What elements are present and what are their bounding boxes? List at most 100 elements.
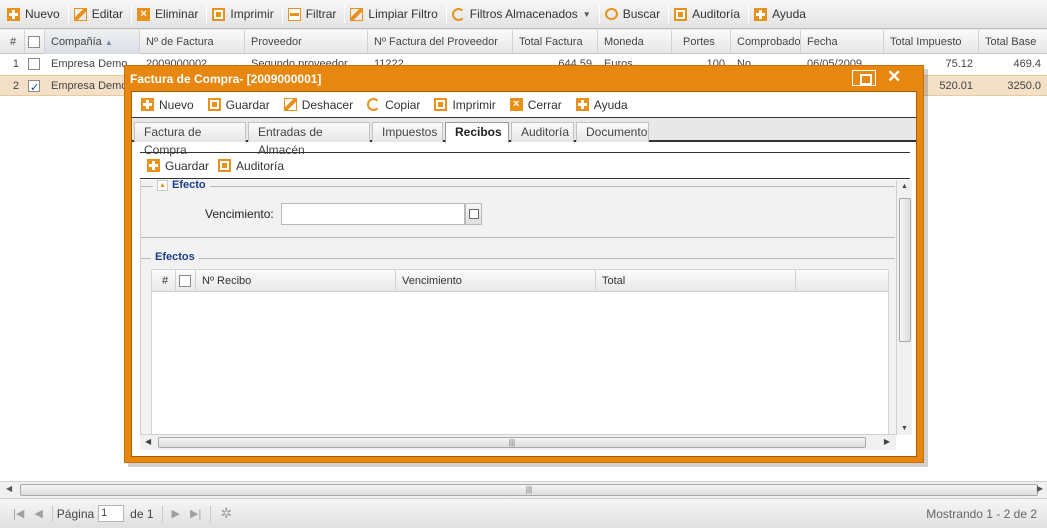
column-header-supplier[interactable]: Proveedor <box>245 30 368 54</box>
receipts-form: ▲ Efecto Vencimiento: Efectos # Nº Recibo… <box>140 179 896 440</box>
next-page-icon[interactable]: ▶ <box>172 507 180 520</box>
copy-icon <box>367 98 381 111</box>
grid-horizontal-scrollbar[interactable]: ◀ ||| ▶ <box>0 481 1047 498</box>
receipt-audit-button[interactable]: Auditoría <box>215 155 290 177</box>
save-button[interactable]: Guardar <box>205 94 276 116</box>
column-header-receipt-number[interactable]: Nº Recibo <box>196 270 396 292</box>
row-checkbox-cell <box>25 76 45 96</box>
tab-receipts[interactable]: Recibos <box>445 122 509 143</box>
toolbar-separator <box>569 95 571 114</box>
column-header-checked[interactable]: Comprobado <box>731 30 801 54</box>
column-header-number[interactable]: # <box>0 30 25 54</box>
undo-icon <box>283 98 297 111</box>
window-title: Factura de Compra- [2009000001] <box>130 72 322 86</box>
scrollbar-thumb[interactable] <box>899 198 911 342</box>
column-header-supplier-invoice[interactable]: Nº Factura del Proveedor <box>368 30 513 54</box>
restore-icon[interactable] <box>852 70 876 86</box>
edit-icon <box>73 7 87 21</box>
row-checkbox[interactable] <box>28 78 40 96</box>
edit-button[interactable]: Editar <box>71 3 129 25</box>
filter-button[interactable]: Filtrar <box>285 3 343 25</box>
vencimiento-date-input[interactable] <box>281 203 465 225</box>
scroll-right-icon[interactable]: ▶ <box>1037 484 1043 493</box>
delete-button[interactable]: × Eliminar <box>134 3 204 25</box>
calendar-icon[interactable] <box>465 203 482 225</box>
column-header-total[interactable]: Total Factura <box>513 30 598 54</box>
form-vertical-scrollbar[interactable]: ▲ ▼ <box>896 180 912 435</box>
scroll-down-icon[interactable]: ▼ <box>901 425 908 432</box>
toolbar-separator <box>67 5 69 23</box>
scroll-left-icon[interactable]: ◀ <box>145 437 151 446</box>
print-button[interactable]: Imprimir <box>209 3 279 25</box>
scroll-left-icon[interactable]: ◀ <box>6 484 12 493</box>
toolbar-separator <box>206 5 208 23</box>
close-icon[interactable]: ✕ <box>887 67 901 87</box>
column-header-due-date[interactable]: Vencimiento <box>396 270 596 292</box>
toolbar-separator <box>131 5 133 23</box>
paging-summary: Mostrando 1 - 2 de 2 <box>926 507 1037 521</box>
tab-document[interactable]: Documento <box>576 122 649 142</box>
help-button[interactable]: Ayuda <box>573 94 634 116</box>
undo-button[interactable]: Deshacer <box>281 94 359 116</box>
new-button[interactable]: Nuevo <box>138 94 200 116</box>
tab-invoice[interactable]: Factura de Compra <box>134 122 246 157</box>
stored-filters-icon <box>451 7 465 21</box>
efecto-fieldset: ▲ Efecto Vencimiento: <box>141 179 895 238</box>
efecto-legend[interactable]: ▲ Efecto <box>153 179 210 191</box>
column-header-number[interactable]: # <box>152 270 176 292</box>
column-header-company[interactable]: Compañía ▲ <box>45 30 140 54</box>
grid-header: # Compañía ▲ Nº de Factura Proveedor Nº … <box>0 30 1047 54</box>
print-icon <box>434 98 448 111</box>
search-button[interactable]: Buscar <box>602 3 666 25</box>
collapse-icon[interactable]: ▲ <box>157 179 168 191</box>
receipts-toolbar: Guardar Auditoría <box>140 152 910 179</box>
form-horizontal-scrollbar[interactable]: ◀ ||| ▶ <box>140 434 896 450</box>
column-header-select[interactable] <box>25 30 45 54</box>
copy-button[interactable]: Copiar <box>364 94 426 116</box>
scroll-right-icon[interactable]: ▶ <box>884 437 890 446</box>
row-checkbox[interactable] <box>28 58 40 71</box>
last-page-icon[interactable]: ▶| <box>190 507 201 520</box>
close-button[interactable]: × Cerrar <box>507 94 568 116</box>
tab-audit[interactable]: Auditoría <box>511 122 574 142</box>
print-button[interactable]: Imprimir <box>431 94 501 116</box>
column-header-total[interactable]: Total <box>596 270 796 292</box>
toolbar-separator <box>201 95 203 114</box>
column-header-base[interactable]: Total Base <box>979 30 1047 54</box>
window-body: Nuevo Guardar Deshacer Copiar Imprimir ×… <box>131 91 917 457</box>
toolbar-separator <box>428 95 430 114</box>
stored-filters-button[interactable]: Filtros Almacenados ▼ <box>449 3 597 25</box>
page-number-input[interactable]: 1 <box>98 505 125 522</box>
tab-bar: Factura de Compra Entradas de Almacén Im… <box>132 118 916 157</box>
select-all-checkbox[interactable] <box>179 275 191 288</box>
help-icon <box>754 7 768 21</box>
scroll-up-icon[interactable]: ▲ <box>901 183 908 190</box>
efectos-grid-header: # Nº Recibo Vencimiento Total <box>152 270 888 292</box>
column-header-invoice[interactable]: Nº de Factura <box>140 30 245 54</box>
help-button[interactable]: Ayuda <box>751 3 812 25</box>
paging-toolbar: |◀ ◀ Página 1 de 1 ▶ ▶| ✲ Mostrando 1 - … <box>0 498 1047 528</box>
column-header-date[interactable]: Fecha <box>801 30 884 54</box>
column-header-shipping[interactable]: Portes <box>672 30 731 54</box>
column-header-currency[interactable]: Moneda <box>598 30 672 54</box>
scrollbar-thumb[interactable]: ||| <box>158 437 866 448</box>
audit-icon <box>674 7 688 21</box>
tab-taxes[interactable]: Impuestos <box>372 122 443 142</box>
column-header-select[interactable] <box>176 270 196 292</box>
save-receipt-button[interactable]: Guardar <box>144 155 215 177</box>
column-header-tax[interactable]: Total Impuesto <box>884 30 979 54</box>
refresh-icon[interactable]: ✲ <box>220 505 232 522</box>
row-checkbox-cell <box>25 54 45 74</box>
clear-filter-button[interactable]: Limpiar Filtro <box>347 3 443 25</box>
scrollbar-thumb[interactable]: ||| <box>20 484 1038 496</box>
toolbar-separator <box>748 5 750 23</box>
select-all-checkbox[interactable] <box>28 36 40 49</box>
previous-page-icon[interactable]: ◀ <box>34 507 42 520</box>
window-toolbar: Nuevo Guardar Deshacer Copiar Imprimir ×… <box>132 92 916 118</box>
tab-warehouse-entries[interactable]: Entradas de Almacén <box>248 122 370 157</box>
search-icon <box>604 8 618 20</box>
audit-button[interactable]: Auditoría <box>671 3 746 25</box>
first-page-icon[interactable]: |◀ <box>13 507 24 520</box>
new-button[interactable]: Nuevo <box>4 3 66 25</box>
toolbar-separator <box>668 5 670 23</box>
